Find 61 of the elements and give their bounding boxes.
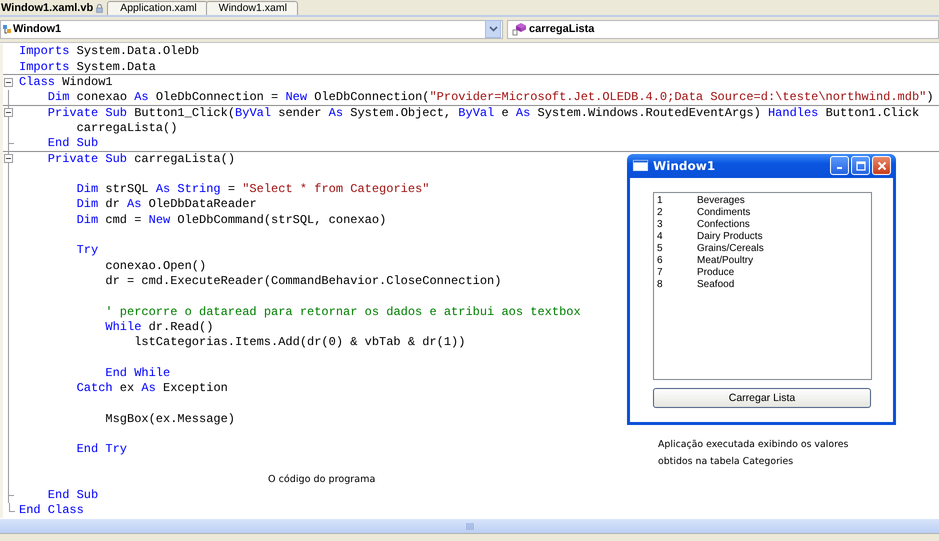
horizontal-scrollbar[interactable] (0, 518, 939, 534)
category-list[interactable]: 1 Beverages 2 Condiments 3 Confections 4 Dairy Products 5 Grains/Cereals 6 Meat/Poultry 7 Produce 8 Seafood (653, 192, 872, 380)
code-line: While dr.Read() (105, 320, 214, 334)
window-icon (633, 160, 648, 172)
caption-text: Aplicação executada exibindo os valores obtidos na tabela Categories (658, 438, 850, 470)
file-tab[interactable]: Application.xaml (107, 0, 208, 15)
code-line: Class Window1 (19, 75, 113, 90)
code-line: Private Sub carregaLista() (48, 152, 236, 166)
list-item-id: 1 (657, 194, 664, 207)
close-icon (876, 160, 886, 171)
code-line: Dim strSQL As String = "Select * from Categories" (76, 182, 430, 196)
list-item-name: Confections (697, 218, 750, 231)
minimize-button[interactable] (830, 156, 849, 176)
code-line: Dim cmd = New OleDbCommand(strSQL, conexao) (76, 212, 386, 227)
code-line: End Sub (48, 136, 98, 150)
code-line: Try (76, 243, 98, 258)
collapse-icon[interactable] (4, 78, 13, 87)
code-line: conexao.Open() (105, 258, 206, 273)
list-item-id: 4 (657, 230, 664, 243)
load-list-button[interactable]: Carregar Lista (653, 388, 871, 408)
list-item-id: 8 (657, 278, 664, 291)
list-item-id: 5 (657, 242, 664, 255)
code-line: Catch ex As Exception (76, 381, 228, 396)
list-item-name: Seafood (697, 278, 734, 291)
close-button[interactable] (872, 156, 891, 176)
list-item-id: 6 (657, 254, 664, 267)
code-line: Imports System.Data.OleDb (19, 44, 200, 58)
list-item-name: Beverages (697, 194, 745, 207)
code-line: lstCategorias.Items.Add(dr(0) & vbTab & dr(1)) (134, 335, 466, 350)
list-item-name: Condiments (697, 206, 750, 219)
list-item-name: Grains/Cereals (697, 242, 764, 255)
class-icon (2, 23, 12, 36)
code-line: dr = cmd.ExecuteReader(CommandBehavior.CloseConnection) (105, 274, 502, 288)
code-line: End Sub (48, 488, 98, 502)
method-dropdown[interactable]: carregaLista (507, 20, 939, 39)
collapse-icon[interactable] (4, 108, 13, 118)
collapse-icon[interactable] (4, 154, 13, 164)
window-title: Window1 (653, 158, 716, 173)
code-line: End While (105, 366, 170, 380)
class-dropdown[interactable]: Window1 (0, 20, 503, 39)
file-tab[interactable]: Window1.xaml (206, 0, 298, 15)
code-line: Private Sub Button1_Click(ByVal sender As System.Object, ByVal e As System.Windows.RoutedEventArgs) Handles Button1.Click (48, 106, 920, 120)
maximize-button[interactable] (851, 156, 870, 176)
caption-text: O código do programa (268, 474, 376, 486)
list-item-id: 3 (657, 218, 664, 231)
list-item-id: 7 (657, 266, 664, 279)
list-item-name: Produce (697, 266, 734, 279)
maximize-icon (856, 160, 866, 171)
code-line: ' percorre o dataread para retornar os dados e atribui aos textbox (105, 304, 581, 319)
code-line: End Try (76, 442, 128, 456)
code-line: Dim conexao As OleDbConnection = New OleDbConnection("Provider=Microsoft.Jet.OLEDB.4.0;Data Source=d:\teste\northwind.mdb") (48, 90, 934, 104)
code-line: End Class (19, 503, 84, 518)
code-line: Dim dr As OleDbDataReader (76, 197, 257, 212)
code-line: Imports System.Data (19, 60, 156, 74)
list-item-name: Meat/Poultry (697, 254, 754, 267)
list-item-id: 2 (657, 206, 664, 219)
code-line: MsgBox(ex.Message) (105, 412, 236, 426)
method-icon (512, 22, 528, 36)
list-item-name: Dairy Products (697, 230, 763, 243)
code-line: carregaLista() (76, 120, 178, 135)
grip-icon (466, 522, 474, 530)
